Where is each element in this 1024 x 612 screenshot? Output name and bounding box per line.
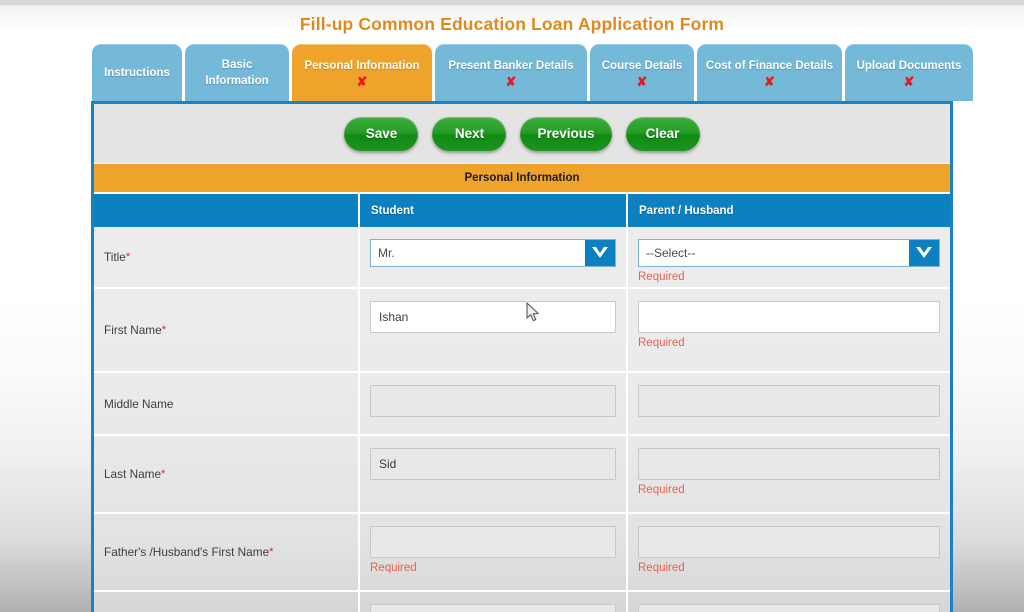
cell-father-first-name-parent: Required (628, 514, 950, 590)
tab-bar: Instructions Basic Information Personal … (92, 44, 973, 101)
tab-present-banker-details[interactable]: Present Banker Details ✘ (435, 44, 587, 101)
row-label-text: Middle Name (104, 396, 174, 411)
row-label-text: First Name (104, 323, 162, 337)
tab-instructions[interactable]: Instructions (92, 44, 182, 101)
tab-invalid-icon: ✘ (356, 73, 368, 89)
tab-personal-information[interactable]: Personal Information ✘ (292, 44, 432, 101)
partial-student-input[interactable] (370, 604, 616, 612)
section-heading: Personal Information (94, 163, 950, 192)
tab-label: Course Details (601, 60, 683, 73)
row-label-last-name: Last Name * (94, 436, 360, 512)
tab-upload-documents[interactable]: Upload Documents ✘ (845, 44, 973, 101)
table-row-last-name: Last Name* Required (94, 436, 950, 514)
tab-invalid-icon: ✘ (636, 73, 648, 89)
form-action-bar: Save Next Previous Clear (94, 104, 950, 163)
title-student-value: Mr. (378, 246, 395, 260)
last-name-parent-error: Required (638, 484, 685, 496)
tab-basic-information[interactable]: Basic Information (185, 44, 289, 101)
table-row-title: Title * Mr. --Select-- Required (94, 227, 950, 289)
cell-father-first-name-student: Required (360, 514, 628, 590)
cell-partial-parent (628, 592, 950, 612)
required-star: * (161, 324, 166, 336)
table-row-first-name: First Name* Required (94, 289, 950, 373)
page-background: Fill-up Common Education Loan Applicatio… (0, 0, 1024, 612)
cell-last-name-parent: Required (628, 436, 950, 512)
tab-cost-of-finance-details[interactable]: Cost of Finance Details ✘ (697, 44, 842, 101)
tab-label: Instructions (104, 67, 170, 80)
title-parent-error: Required (638, 271, 685, 283)
page-title: Fill-up Common Education Loan Applicatio… (299, 14, 725, 34)
table-row-partial (94, 592, 950, 612)
table-row-middle-name: Middle Name (94, 373, 950, 436)
cell-last-name-student (360, 436, 628, 512)
middle-name-parent-input[interactable] (638, 385, 940, 417)
next-button[interactable]: Next (432, 116, 507, 151)
row-label-text: Title (104, 250, 126, 264)
column-header-student: Student (360, 194, 628, 227)
column-header-parent: Parent / Husband (639, 204, 734, 217)
row-label-text: Father's /Husband's First Name (104, 545, 270, 559)
title-parent-value: --Select-- (646, 246, 696, 260)
chevron-down-icon[interactable] (909, 240, 939, 266)
column-header-label (94, 194, 360, 227)
previous-button[interactable]: Previous (520, 116, 612, 151)
father-first-name-student-input[interactable] (370, 526, 616, 558)
tab-invalid-icon: ✘ (764, 73, 775, 89)
tab-invalid-icon: ✘ (505, 73, 517, 89)
required-star: * (269, 546, 274, 558)
chevron-down-icon[interactable] (585, 240, 615, 266)
first-name-student-input[interactable] (370, 301, 616, 333)
row-label-first-name: First Name * (94, 289, 360, 371)
cell-partial-student (360, 592, 628, 612)
partial-parent-input[interactable] (638, 604, 940, 612)
cell-middle-name-student (360, 373, 628, 434)
father-first-name-parent-error: Required (638, 562, 685, 574)
row-label-title: Title * (94, 227, 360, 287)
last-name-parent-input[interactable] (638, 448, 940, 480)
cell-first-name-parent: Required (628, 289, 950, 371)
row-label-middle-name: Middle Name (94, 373, 360, 434)
father-first-name-student-error: Required (370, 562, 417, 574)
clear-button[interactable]: Clear (625, 116, 700, 151)
last-name-student-input[interactable] (370, 448, 616, 480)
table-row-father-first-name: Father's /Husband's First Name * Required… (94, 514, 950, 592)
form-panel: Save Next Previous Clear Personal Inform… (91, 101, 953, 612)
cell-first-name-student (360, 289, 628, 371)
tab-label: Personal Information (304, 60, 420, 73)
first-name-parent-input[interactable] (638, 301, 940, 333)
tab-label: Cost of Finance Details (705, 60, 834, 73)
cell-title-student: Mr. (360, 227, 628, 287)
tab-invalid-icon: ✘ (903, 73, 915, 89)
row-label-father-first-name: Father's /Husband's First Name * (94, 514, 360, 590)
first-name-parent-error: Required (638, 337, 685, 349)
title-student-select[interactable]: Mr. (370, 239, 616, 267)
tab-label: Present Banker Details (448, 60, 574, 73)
tab-course-details[interactable]: Course Details ✘ (590, 44, 694, 101)
required-star: * (161, 468, 166, 480)
tab-label: Basic Information (205, 59, 269, 87)
father-first-name-parent-input[interactable] (638, 526, 940, 558)
row-label-text: Last Name (104, 467, 162, 481)
tab-label: Upload Documents (856, 60, 962, 73)
cell-middle-name-parent (628, 373, 950, 434)
cell-title-parent: --Select-- Required (628, 227, 950, 287)
save-button[interactable]: Save (344, 116, 419, 151)
required-star: * (125, 251, 131, 263)
title-parent-select[interactable]: --Select-- (638, 239, 940, 267)
table-column-headers: Student Parent / Husband (94, 192, 950, 227)
row-label-partial (94, 592, 360, 612)
middle-name-student-input[interactable] (370, 385, 616, 417)
